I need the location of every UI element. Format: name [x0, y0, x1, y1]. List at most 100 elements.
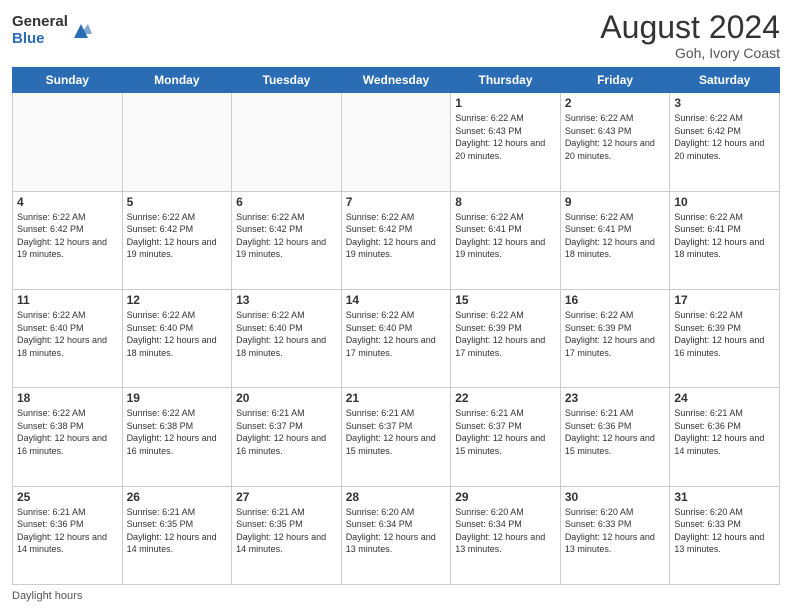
day-info: Sunrise: 6:22 AM Sunset: 6:42 PM Dayligh…: [674, 112, 775, 162]
table-row: 14 Sunrise: 6:22 AM Sunset: 6:40 PM Dayli…: [341, 289, 451, 387]
day-info: Sunrise: 6:21 AM Sunset: 6:36 PM Dayligh…: [17, 506, 118, 556]
day-info: Sunrise: 6:22 AM Sunset: 6:38 PM Dayligh…: [127, 407, 228, 457]
calendar-week-row: 25 Sunrise: 6:21 AM Sunset: 6:36 PM Dayli…: [13, 486, 780, 584]
day-info: Sunrise: 6:22 AM Sunset: 6:42 PM Dayligh…: [236, 211, 337, 261]
day-info: Sunrise: 6:22 AM Sunset: 6:42 PM Dayligh…: [17, 211, 118, 261]
day-number: 2: [565, 96, 666, 110]
day-number: 7: [346, 195, 447, 209]
day-number: 9: [565, 195, 666, 209]
day-number: 16: [565, 293, 666, 307]
day-info: Sunrise: 6:22 AM Sunset: 6:40 PM Dayligh…: [346, 309, 447, 359]
table-row: 12 Sunrise: 6:22 AM Sunset: 6:40 PM Dayli…: [122, 289, 232, 387]
day-number: 8: [455, 195, 556, 209]
day-info: Sunrise: 6:20 AM Sunset: 6:33 PM Dayligh…: [674, 506, 775, 556]
day-number: 20: [236, 391, 337, 405]
logo-general: General: [12, 14, 68, 31]
col-monday: Monday: [122, 68, 232, 93]
calendar-week-row: 1Sunrise: 6:22 AM Sunset: 6:43 PM Daylig…: [13, 93, 780, 191]
table-row: 6 Sunrise: 6:22 AM Sunset: 6:42 PM Daylig…: [232, 191, 342, 289]
day-number: 14: [346, 293, 447, 307]
day-number: 31: [674, 490, 775, 504]
table-row: 8 Sunrise: 6:22 AM Sunset: 6:41 PM Daylig…: [451, 191, 561, 289]
day-info: Sunrise: 6:20 AM Sunset: 6:34 PM Dayligh…: [455, 506, 556, 556]
day-number: 6: [236, 195, 337, 209]
day-info: Sunrise: 6:21 AM Sunset: 6:37 PM Dayligh…: [236, 407, 337, 457]
day-info: Sunrise: 6:22 AM Sunset: 6:40 PM Dayligh…: [127, 309, 228, 359]
day-info: Sunrise: 6:21 AM Sunset: 6:35 PM Dayligh…: [236, 506, 337, 556]
day-number: 17: [674, 293, 775, 307]
table-row: 24Sunrise: 6:21 AM Sunset: 6:36 PM Dayli…: [670, 388, 780, 486]
day-number: 22: [455, 391, 556, 405]
day-number: 30: [565, 490, 666, 504]
day-info: Sunrise: 6:22 AM Sunset: 6:42 PM Dayligh…: [346, 211, 447, 261]
day-number: 4: [17, 195, 118, 209]
location: Goh, Ivory Coast: [600, 45, 780, 61]
day-info: Sunrise: 6:22 AM Sunset: 6:41 PM Dayligh…: [565, 211, 666, 261]
col-friday: Friday: [560, 68, 670, 93]
day-number: 27: [236, 490, 337, 504]
table-row: 19Sunrise: 6:22 AM Sunset: 6:38 PM Dayli…: [122, 388, 232, 486]
table-row: 10 Sunrise: 6:22 AM Sunset: 6:41 PM Dayli…: [670, 191, 780, 289]
day-info: Sunrise: 6:22 AM Sunset: 6:39 PM Dayligh…: [565, 309, 666, 359]
day-info: Sunrise: 6:22 AM Sunset: 6:41 PM Dayligh…: [455, 211, 556, 261]
calendar-header-row: Sunday Monday Tuesday Wednesday Thursday…: [13, 68, 780, 93]
table-row: 13 Sunrise: 6:22 AM Sunset: 6:40 PM Dayli…: [232, 289, 342, 387]
day-number: 25: [17, 490, 118, 504]
col-tuesday: Tuesday: [232, 68, 342, 93]
logo-blue: Blue: [12, 31, 68, 48]
table-row: 3Sunrise: 6:22 AM Sunset: 6:42 PM Daylig…: [670, 93, 780, 191]
table-row: 17 Sunrise: 6:22 AM Sunset: 6:39 PM Dayli…: [670, 289, 780, 387]
day-info: Sunrise: 6:21 AM Sunset: 6:35 PM Dayligh…: [127, 506, 228, 556]
month-title: August 2024: [600, 10, 780, 45]
day-info: Sunrise: 6:22 AM Sunset: 6:42 PM Dayligh…: [127, 211, 228, 261]
table-row: 29 Sunrise: 6:20 AM Sunset: 6:34 PM Dayli…: [451, 486, 561, 584]
col-thursday: Thursday: [451, 68, 561, 93]
table-row: 4 Sunrise: 6:22 AM Sunset: 6:42 PM Daylig…: [13, 191, 123, 289]
day-number: 10: [674, 195, 775, 209]
header: General Blue August 2024 Goh, Ivory Coas…: [12, 10, 780, 61]
day-number: 23: [565, 391, 666, 405]
table-row: 30 Sunrise: 6:20 AM Sunset: 6:33 PM Dayli…: [560, 486, 670, 584]
day-info: Sunrise: 6:22 AM Sunset: 6:40 PM Dayligh…: [236, 309, 337, 359]
day-number: 29: [455, 490, 556, 504]
page: General Blue August 2024 Goh, Ivory Coas…: [0, 0, 792, 612]
day-info: Sunrise: 6:20 AM Sunset: 6:34 PM Dayligh…: [346, 506, 447, 556]
table-row: 2Sunrise: 6:22 AM Sunset: 6:43 PM Daylig…: [560, 93, 670, 191]
day-info: Sunrise: 6:22 AM Sunset: 6:39 PM Dayligh…: [455, 309, 556, 359]
day-info: Sunrise: 6:21 AM Sunset: 6:36 PM Dayligh…: [565, 407, 666, 457]
table-row: 5 Sunrise: 6:22 AM Sunset: 6:42 PM Daylig…: [122, 191, 232, 289]
col-sunday: Sunday: [13, 68, 123, 93]
table-row: [232, 93, 342, 191]
table-row: 26 Sunrise: 6:21 AM Sunset: 6:35 PM Dayli…: [122, 486, 232, 584]
table-row: 9 Sunrise: 6:22 AM Sunset: 6:41 PM Daylig…: [560, 191, 670, 289]
col-saturday: Saturday: [670, 68, 780, 93]
day-info: Sunrise: 6:22 AM Sunset: 6:39 PM Dayligh…: [674, 309, 775, 359]
footer: Daylight hours: [12, 590, 780, 602]
day-number: 15: [455, 293, 556, 307]
logo-icon: [70, 20, 92, 42]
day-info: Sunrise: 6:20 AM Sunset: 6:33 PM Dayligh…: [565, 506, 666, 556]
day-number: 5: [127, 195, 228, 209]
daylight-label: Daylight hours: [12, 590, 82, 602]
table-row: 27 Sunrise: 6:21 AM Sunset: 6:35 PM Dayli…: [232, 486, 342, 584]
calendar-week-row: 4 Sunrise: 6:22 AM Sunset: 6:42 PM Daylig…: [13, 191, 780, 289]
day-number: 13: [236, 293, 337, 307]
day-info: Sunrise: 6:21 AM Sunset: 6:37 PM Dayligh…: [346, 407, 447, 457]
table-row: 21 Sunrise: 6:21 AM Sunset: 6:37 PM Dayli…: [341, 388, 451, 486]
day-number: 21: [346, 391, 447, 405]
day-info: Sunrise: 6:22 AM Sunset: 6:40 PM Dayligh…: [17, 309, 118, 359]
logo-text: General Blue: [12, 14, 68, 47]
table-row: 31 Sunrise: 6:20 AM Sunset: 6:33 PM Dayli…: [670, 486, 780, 584]
day-info: Sunrise: 6:22 AM Sunset: 6:38 PM Dayligh…: [17, 407, 118, 457]
table-row: 7 Sunrise: 6:22 AM Sunset: 6:42 PM Daylig…: [341, 191, 451, 289]
calendar-week-row: 11Sunrise: 6:22 AM Sunset: 6:40 PM Dayli…: [13, 289, 780, 387]
calendar-table: Sunday Monday Tuesday Wednesday Thursday…: [12, 67, 780, 585]
table-row: [13, 93, 123, 191]
table-row: 18 Sunrise: 6:22 AM Sunset: 6:38 PM Dayli…: [13, 388, 123, 486]
table-row: 15 Sunrise: 6:22 AM Sunset: 6:39 PM Dayli…: [451, 289, 561, 387]
day-number: 26: [127, 490, 228, 504]
day-info: Sunrise: 6:22 AM Sunset: 6:41 PM Dayligh…: [674, 211, 775, 261]
calendar-week-row: 18 Sunrise: 6:22 AM Sunset: 6:38 PM Dayli…: [13, 388, 780, 486]
day-number: 18: [17, 391, 118, 405]
day-number: 12: [127, 293, 228, 307]
